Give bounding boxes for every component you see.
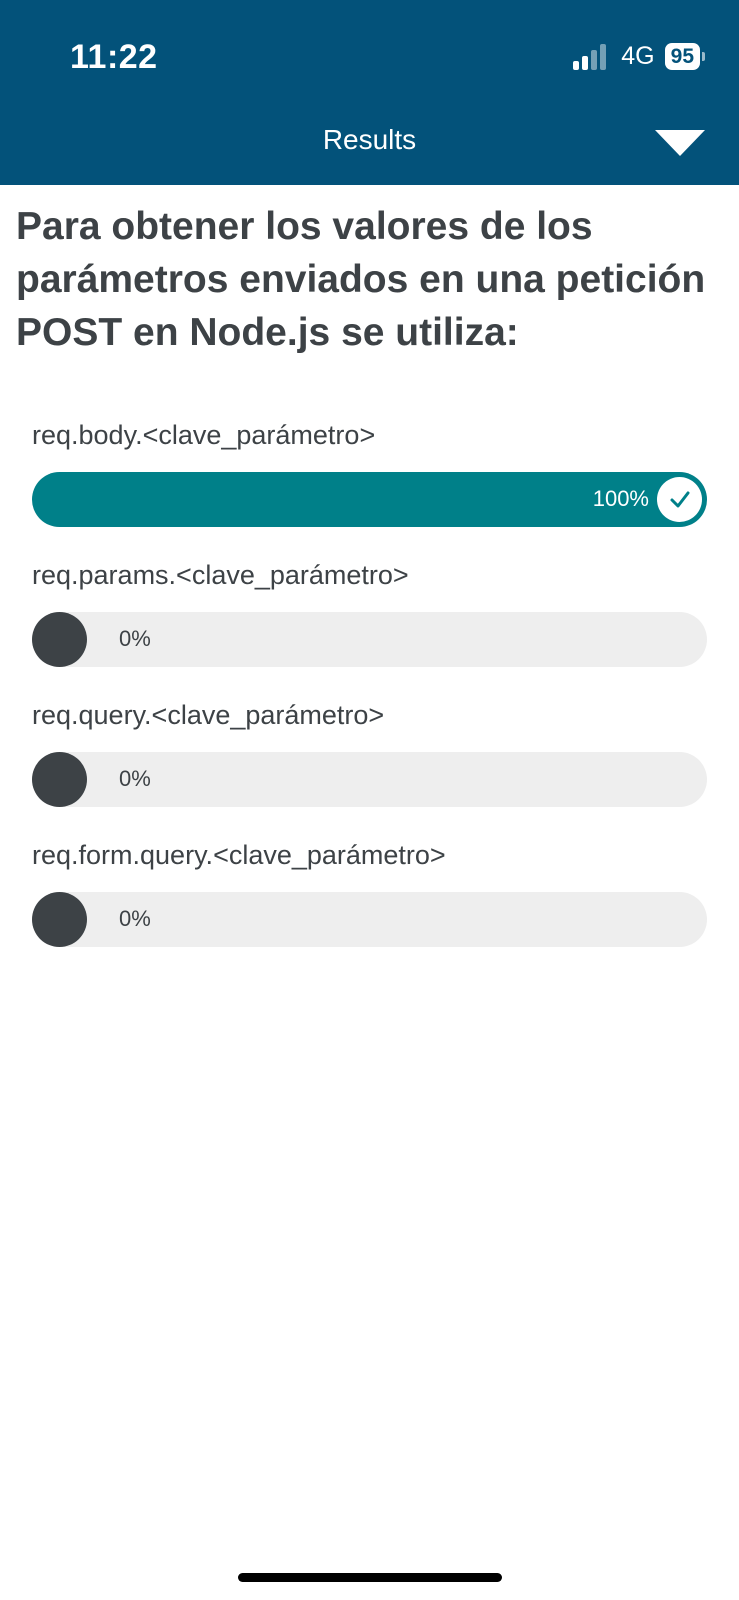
battery-level: 95 [664, 43, 700, 70]
result-option: req.params.<clave_parámetro> 0% [32, 560, 707, 700]
option-label: req.body.<clave_parámetro> [32, 420, 376, 450]
percent-label: 0% [119, 906, 151, 931]
option-label: req.params.<clave_parámetro> [32, 560, 409, 590]
result-bar-dot [32, 752, 87, 807]
battery-icon: 95 [664, 43, 705, 70]
result-bar-dot [32, 892, 87, 947]
percent-label: 0% [119, 626, 151, 651]
status-icons: 4G 95 [573, 42, 705, 71]
home-indicator[interactable] [238, 1573, 502, 1582]
result-option: req.body.<clave_parámetro> 100% [32, 420, 707, 560]
question-text: Para obtener los valores de los parámetr… [16, 205, 706, 354]
checkmark-icon [657, 477, 702, 522]
result-bar[interactable]: 0% [32, 752, 707, 807]
network-type: 4G [621, 42, 655, 70]
option-label: req.form.query.<clave_parámetro> [32, 840, 446, 870]
result-bar[interactable]: 100% [32, 472, 707, 527]
option-label: req.query.<clave_parámetro> [32, 700, 385, 730]
result-bar[interactable]: 0% [32, 612, 707, 667]
result-bar[interactable]: 0% [32, 892, 707, 947]
results-list: req.body.<clave_parámetro> 100% req.para… [32, 420, 707, 980]
top-bar: 11:22 4G 95 Results [0, 0, 739, 185]
signal-icon [573, 43, 609, 70]
result-option: req.query.<clave_parámetro> 0% [32, 700, 707, 840]
percent-label: 0% [119, 766, 151, 791]
dropdown-triangle-icon[interactable] [655, 130, 705, 156]
result-bar-dot [32, 612, 87, 667]
result-option: req.form.query.<clave_parámetro> 0% [32, 840, 707, 980]
percent-label: 100% [592, 486, 649, 511]
page-title: Results [322, 124, 417, 155]
status-time: 11:22 [70, 38, 158, 76]
